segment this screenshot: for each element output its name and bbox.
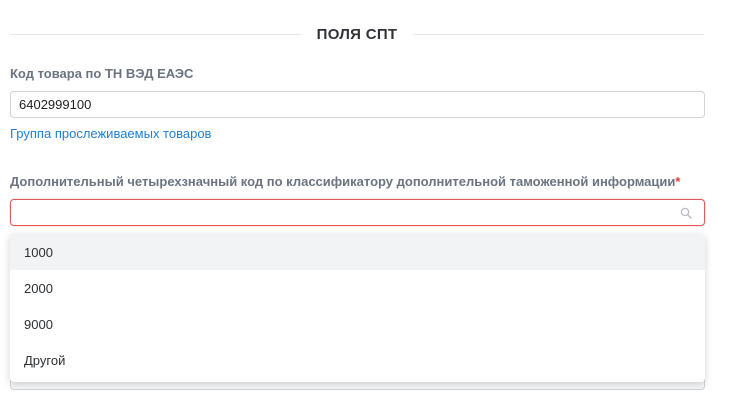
additional-code-dropdown: 1000 2000 9000 Другой [10, 234, 705, 382]
dropdown-option[interactable]: 9000 [10, 306, 705, 342]
additional-code-combobox[interactable] [10, 199, 705, 226]
tnved-label: Код товара по ТН ВЭД ЕАЭС [10, 66, 194, 81]
divider-left [10, 33, 301, 35]
additional-code-label-text: Дополнительный четырехзначный код по кла… [10, 174, 676, 189]
additional-code-label: Дополнительный четырехзначный код по кла… [10, 174, 680, 189]
dropdown-option[interactable]: Другой [10, 342, 705, 378]
search-icon [680, 207, 692, 219]
tnved-input-value: 6402999100 [19, 97, 92, 112]
section-header: ПОЛЯ СПТ [10, 22, 705, 46]
required-mark: * [675, 174, 681, 189]
tnved-input[interactable]: 6402999100 [10, 91, 705, 118]
dropdown-option[interactable]: 2000 [10, 270, 705, 306]
traceable-goods-group-link[interactable]: Группа прослеживаемых товаров [10, 126, 211, 141]
divider-right [413, 33, 705, 35]
section-title: ПОЛЯ СПТ [316, 25, 398, 43]
dropdown-option[interactable]: 1000 [10, 234, 705, 270]
